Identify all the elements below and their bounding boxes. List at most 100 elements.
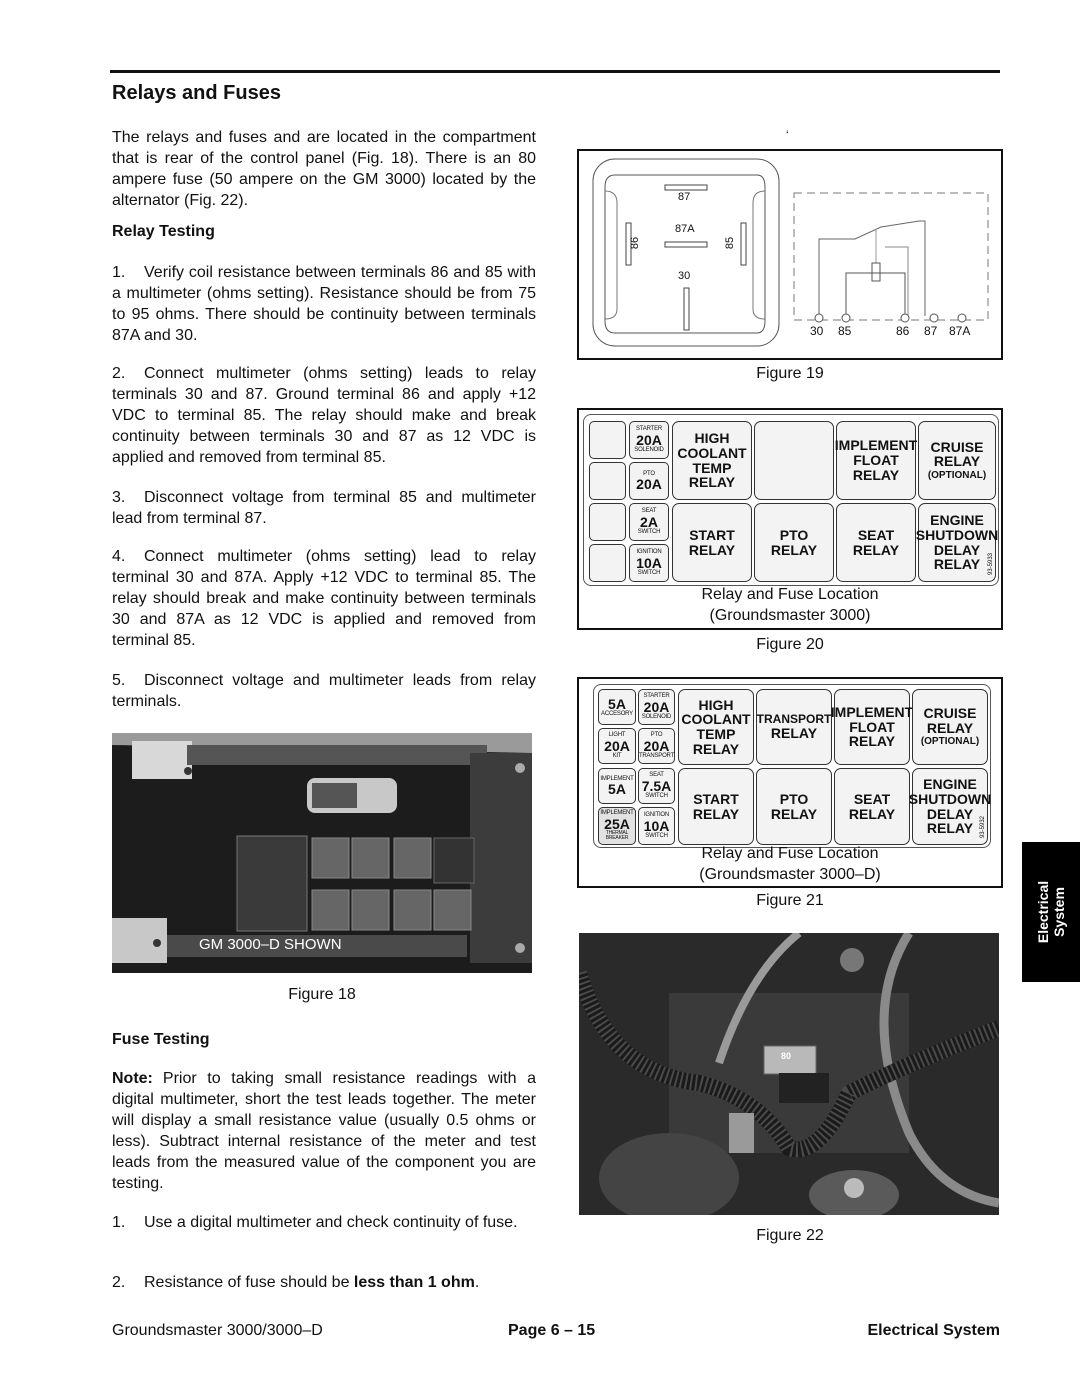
figure-21-box: 5A ACCESORY STARTER 20A SOLENOID LIGHT 20A KI… — [577, 677, 1003, 888]
figure-21-caption-line2: (Groundsmaster 3000–D) — [699, 866, 881, 883]
fuse-ignition-switch: IGNITION 10A SWITCH — [629, 544, 669, 582]
fuse-bottom-label: THERMAL BREAKER — [605, 830, 629, 842]
fuse-accessory: 5A ACCESORY — [598, 689, 636, 725]
relay-label-line: HIGH — [694, 430, 730, 447]
fuse-bottom-label: SWITCH — [637, 529, 661, 536]
pin-label-85: 85 — [724, 236, 737, 250]
relay-label-line: PTO — [779, 790, 809, 807]
fuse-seat-switch: SEAT 2A SWITCH — [629, 503, 669, 541]
side-tab-label: Electrical System — [1035, 881, 1067, 943]
fuse-bottom-label: SOLENOID — [634, 447, 664, 454]
fuse-implement-thermal-breaker: IMPLEMENT 25A THERMAL BREAKER — [598, 807, 636, 845]
fuse-amp: 10A — [636, 554, 662, 571]
fuse-seat-switch: SEAT 7.5A SWITCH — [638, 768, 675, 804]
step-text: Connect multimeter (ohms setting) lead t… — [112, 548, 536, 649]
relay-label-line: RELAY — [848, 805, 896, 822]
step-number: 1. — [112, 264, 126, 281]
step-text: Resistance of fuse should be — [144, 1274, 354, 1291]
fuse-amp: 20A — [643, 698, 670, 715]
relay-label-line: RELAY — [692, 740, 740, 757]
fuse-amp: 7.5A — [641, 777, 672, 794]
fuse-amp: 20A — [636, 431, 662, 448]
relay-label-line: IMPLEMENT — [834, 437, 918, 454]
fuse-implement: IMPLEMENT 5A — [598, 768, 636, 804]
fuse-amp: 5A — [608, 695, 626, 712]
relay-label-line: TEMP — [696, 726, 736, 742]
terminal-label-86: 86 — [896, 324, 910, 338]
relay-high-coolant-temp: HIGH COOLANT TEMP RELAY — [678, 689, 754, 765]
relay-label-line: RELAY — [933, 453, 981, 470]
intro-paragraph: The relays and fuses and are located in … — [112, 127, 536, 211]
relay-seat: SEAT RELAY — [836, 503, 916, 582]
fuse-marking: 80 — [781, 1051, 792, 1061]
relay-label-line: RELAY — [770, 541, 818, 558]
fuse-amp: 10A — [643, 817, 670, 834]
relay-label-line: RELAY — [688, 541, 736, 558]
figure-18-photo: GM 3000–D SHOWN — [112, 733, 532, 973]
fuse-slot-empty — [589, 421, 626, 459]
relay-label-line: COOLANT — [677, 444, 747, 461]
relay-label-line: IMPLEMENT — [830, 703, 914, 720]
fuse-bottom-label: TRANSPORT — [638, 753, 675, 760]
relay-step-2: 2. Connect multimeter (ohms setting) lead… — [112, 363, 536, 468]
relay-label-line: SEAT — [853, 790, 891, 807]
step-text: Disconnect voltage from terminal 85 and … — [112, 489, 536, 527]
terminal-label-87: 87 — [924, 324, 938, 338]
fuse-slot-empty — [589, 503, 626, 541]
relay-high-coolant-temp: HIGH COOLANT TEMP RELAY — [672, 421, 752, 500]
part-number: 93-5933 — [987, 552, 994, 575]
relay-label-line: HIGH — [698, 696, 734, 713]
stray-mark: ‘ — [786, 128, 789, 142]
relay-label-line: START — [693, 790, 739, 807]
relay-label-line: RELAY — [770, 724, 818, 741]
fuse-light-kit: LIGHT 20A KIT — [598, 728, 636, 764]
fuse-amp: 25A — [604, 815, 630, 832]
fuse-amp: 20A — [636, 475, 662, 492]
terminal-label-85: 85 — [838, 324, 852, 338]
figure-19-caption: Figure 19 — [756, 365, 824, 382]
relay-cruise: CRUISE RELAY (OPTIONAL) — [918, 421, 996, 500]
relay-label-line: RELAY — [926, 820, 974, 837]
relay-label-line: FLOAT — [853, 452, 899, 469]
relay-start: START RELAY — [678, 768, 754, 845]
part-number: 93-5932 — [979, 815, 986, 838]
terminal-label-30: 30 — [810, 324, 824, 338]
relay-label-line: COOLANT — [681, 711, 751, 728]
optional-label: (OPTIONAL) — [927, 469, 987, 481]
section-title: Relays and Fuses — [112, 82, 281, 104]
step-number: 3. — [112, 489, 126, 506]
figure-20-caption: Figure 20 — [756, 636, 824, 653]
relay-step-5: 5. Disconnect voltage and multimeter lead… — [112, 670, 536, 712]
relay-label-line: CRUISE — [930, 438, 984, 455]
footer-page-number: Page 6 – 15 — [508, 1322, 596, 1339]
step-text-end: . — [474, 1274, 480, 1291]
figure-20-caption-line1: Relay and Fuse Location — [701, 586, 879, 603]
relay-label-line: RELAY — [852, 466, 900, 483]
step-number: 2. — [112, 365, 126, 382]
fuse-bottom-label: ACCESORY — [601, 711, 633, 718]
figure-20-caption-line2: (Groundsmaster 3000) — [709, 607, 871, 624]
pin-label-30: 30 — [678, 270, 691, 282]
step-text: Connect multimeter (ohms setting) leads … — [112, 365, 536, 466]
relay-step-1: 1. Verify coil resistance between termina… — [112, 262, 536, 346]
relay-label-line: ENGINE — [923, 776, 977, 793]
fuse-ignition-switch: IGNITION 10A SWITCH — [638, 807, 675, 845]
step-text: Verify coil resistance between terminals… — [112, 264, 536, 344]
alternator-fuse-photo — [579, 933, 999, 1215]
section-side-tab[interactable]: Electrical System — [1022, 842, 1080, 982]
note-text: Prior to taking small resistance reading… — [112, 1070, 536, 1192]
footer-left: Groundsmaster 3000/3000–D — [112, 1322, 323, 1339]
relay-label-line: CRUISE — [923, 705, 977, 722]
terminal-label-87a: 87A — [949, 324, 971, 338]
figure-21-caption-line1: Relay and Fuse Location — [701, 845, 879, 862]
step-number: 5. — [112, 672, 126, 689]
step-text: Disconnect voltage and multimeter leads … — [112, 672, 536, 710]
relay-implement-float: IMPLEMENT FLOAT RELAY — [834, 421, 918, 500]
fuse-slot-empty — [589, 544, 626, 582]
fuse-amp: 20A — [643, 737, 670, 754]
fuse-note: Note: Prior to taking small resistance re… — [112, 1068, 536, 1194]
pin-label-87: 87 — [678, 191, 691, 203]
relay-start: START RELAY — [672, 503, 752, 582]
pin-label-87a: 87A — [675, 223, 695, 235]
relay-label-line: PTO — [779, 526, 809, 543]
